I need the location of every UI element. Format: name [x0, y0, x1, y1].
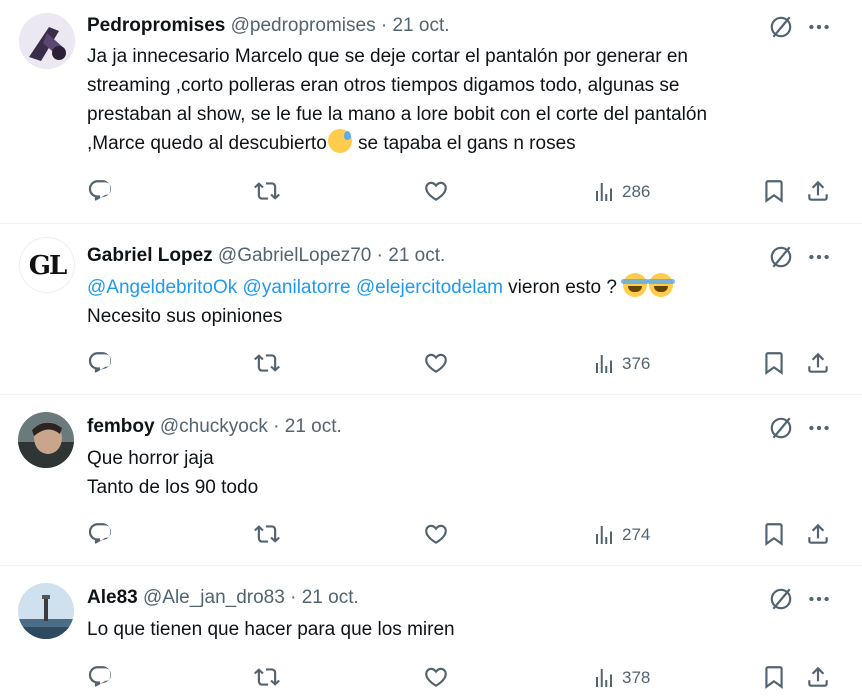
retweet-icon[interactable]: [254, 521, 280, 547]
like-icon[interactable]: [423, 664, 449, 690]
grok-icon[interactable]: [768, 586, 794, 612]
text-line: @AngeldebritoOk @yanilatorre @elejercito…: [87, 273, 827, 302]
avatar-image: [18, 412, 74, 468]
avatar[interactable]: [18, 583, 74, 639]
avatar[interactable]: [18, 412, 74, 468]
avatar-monogram: GL: [28, 251, 68, 281]
reply-icon[interactable]: [87, 178, 113, 204]
views-icon: [592, 352, 616, 376]
avatar[interactable]: [19, 13, 75, 69]
tweet-header: Ale83 @Ale_jan_dro83 · 21 oct.: [87, 586, 359, 610]
text-line: Que horror jaja: [87, 448, 214, 469]
reply-icon[interactable]: [87, 350, 113, 376]
views-icon: [592, 523, 616, 547]
views-button[interactable]: 378: [592, 666, 650, 690]
bookmark-icon[interactable]: [761, 178, 787, 204]
user-handle[interactable]: @GabrielLopez70: [218, 245, 371, 266]
views-count: 378: [622, 668, 651, 687]
views-count: 376: [622, 354, 651, 373]
mention-link[interactable]: @elejercitodelam: [356, 277, 503, 298]
views-icon: [592, 666, 616, 690]
like-icon[interactable]: [423, 521, 449, 547]
views-icon: [592, 180, 616, 204]
text-segment: se tapaba el gans n roses: [352, 133, 576, 154]
retweet-icon[interactable]: [254, 664, 280, 690]
tweet-1[interactable]: Pedropromises @pedropromises · 21 oct. J…: [0, 0, 862, 224]
separator-dot: ·: [376, 245, 383, 266]
display-name[interactable]: Pedropromises: [87, 15, 225, 36]
tweet-text: Que horror jaja Tanto de los 90 todo: [87, 444, 827, 502]
display-name[interactable]: Gabriel Lopez: [87, 245, 213, 266]
tears-of-joy-icon: [621, 273, 650, 297]
text-line: prestaban al show, se le fue la mano a l…: [87, 104, 708, 125]
share-icon[interactable]: [805, 664, 831, 690]
tweet-4[interactable]: Ale83 @Ale_jan_dro83 · 21 oct. Lo que ti…: [0, 566, 862, 697]
like-icon[interactable]: [423, 178, 449, 204]
tears-of-joy-icon: [647, 273, 676, 297]
text-line: Lo que tienen que hacer para que los mir…: [87, 619, 455, 640]
tweet-text: Lo que tienen que hacer para que los mir…: [87, 615, 827, 644]
tweet-header: Pedropromises @pedropromises · 21 oct.: [87, 14, 450, 38]
tweet-header: femboy @chuckyock · 21 oct.: [87, 415, 342, 439]
share-icon[interactable]: [805, 178, 831, 204]
more-options-icon[interactable]: [806, 244, 832, 270]
tweet-text: @AngeldebritoOk @yanilatorre @elejercito…: [87, 273, 827, 331]
grok-icon[interactable]: [768, 14, 794, 40]
bookmark-icon[interactable]: [761, 350, 787, 376]
text-line: Ja ja innecesario Marcelo que se deje co…: [87, 46, 688, 67]
views-count: 286: [622, 182, 651, 201]
reply-icon[interactable]: [87, 521, 113, 547]
separator-dot: ·: [290, 587, 297, 608]
separator-dot: ·: [380, 15, 388, 36]
text-line: Necesito sus opiniones: [87, 306, 283, 327]
user-handle[interactable]: @chuckyock: [160, 416, 268, 437]
views-button[interactable]: 376: [592, 352, 650, 376]
display-name[interactable]: femboy: [87, 416, 155, 437]
share-icon[interactable]: [805, 521, 831, 547]
more-options-icon[interactable]: [806, 14, 832, 40]
like-icon[interactable]: [423, 350, 449, 376]
reply-icon[interactable]: [87, 664, 113, 690]
mention-link[interactable]: @yanilatorre: [243, 277, 351, 298]
text-line: streaming ,corto polleras eran otros tie…: [87, 75, 680, 96]
views-button[interactable]: 274: [592, 523, 650, 547]
mention-link[interactable]: @AngeldebritoOk: [87, 277, 237, 298]
tweet-text: Ja ja innecesario Marcelo que se deje co…: [87, 42, 827, 158]
timestamp[interactable]: 21 oct.: [392, 15, 449, 36]
grok-icon[interactable]: [768, 415, 794, 441]
timestamp[interactable]: 21 oct.: [388, 245, 445, 266]
views-count: 274: [622, 525, 651, 544]
more-options-icon[interactable]: [806, 586, 832, 612]
retweet-icon[interactable]: [254, 178, 280, 204]
avatar-image: [18, 583, 74, 639]
avatar[interactable]: GL: [19, 237, 75, 293]
retweet-icon[interactable]: [254, 350, 280, 376]
more-options-icon[interactable]: [806, 415, 832, 441]
text-segment: ,Marce quedo al descubierto: [87, 133, 327, 154]
tweet-header: Gabriel Lopez @GabrielLopez70 · 21 oct.: [87, 244, 445, 268]
bookmark-icon[interactable]: [761, 664, 787, 690]
timestamp[interactable]: 21 oct.: [302, 587, 359, 608]
timestamp[interactable]: 21 oct.: [285, 416, 342, 437]
text-line: ,Marce quedo al descubierto se tapaba el…: [87, 129, 827, 158]
text-line: Tanto de los 90 todo: [87, 477, 259, 498]
bookmark-icon[interactable]: [761, 521, 787, 547]
share-icon[interactable]: [805, 350, 831, 376]
separator-dot: ·: [273, 416, 280, 437]
sweat-smile-icon: [327, 129, 352, 153]
tweet-2[interactable]: GL Gabriel Lopez @GabrielLopez70 · 21 oc…: [0, 224, 862, 395]
user-handle[interactable]: @Ale_jan_dro83: [143, 587, 285, 608]
views-button[interactable]: 286: [592, 180, 650, 204]
text-segment: vieron esto ?: [502, 277, 623, 298]
grok-icon[interactable]: [768, 244, 794, 270]
avatar-image: [19, 13, 75, 69]
tweet-3[interactable]: femboy @chuckyock · 21 oct. Que horror j…: [0, 395, 862, 566]
user-handle[interactable]: @pedropromises: [231, 15, 376, 36]
display-name[interactable]: Ale83: [87, 587, 138, 608]
